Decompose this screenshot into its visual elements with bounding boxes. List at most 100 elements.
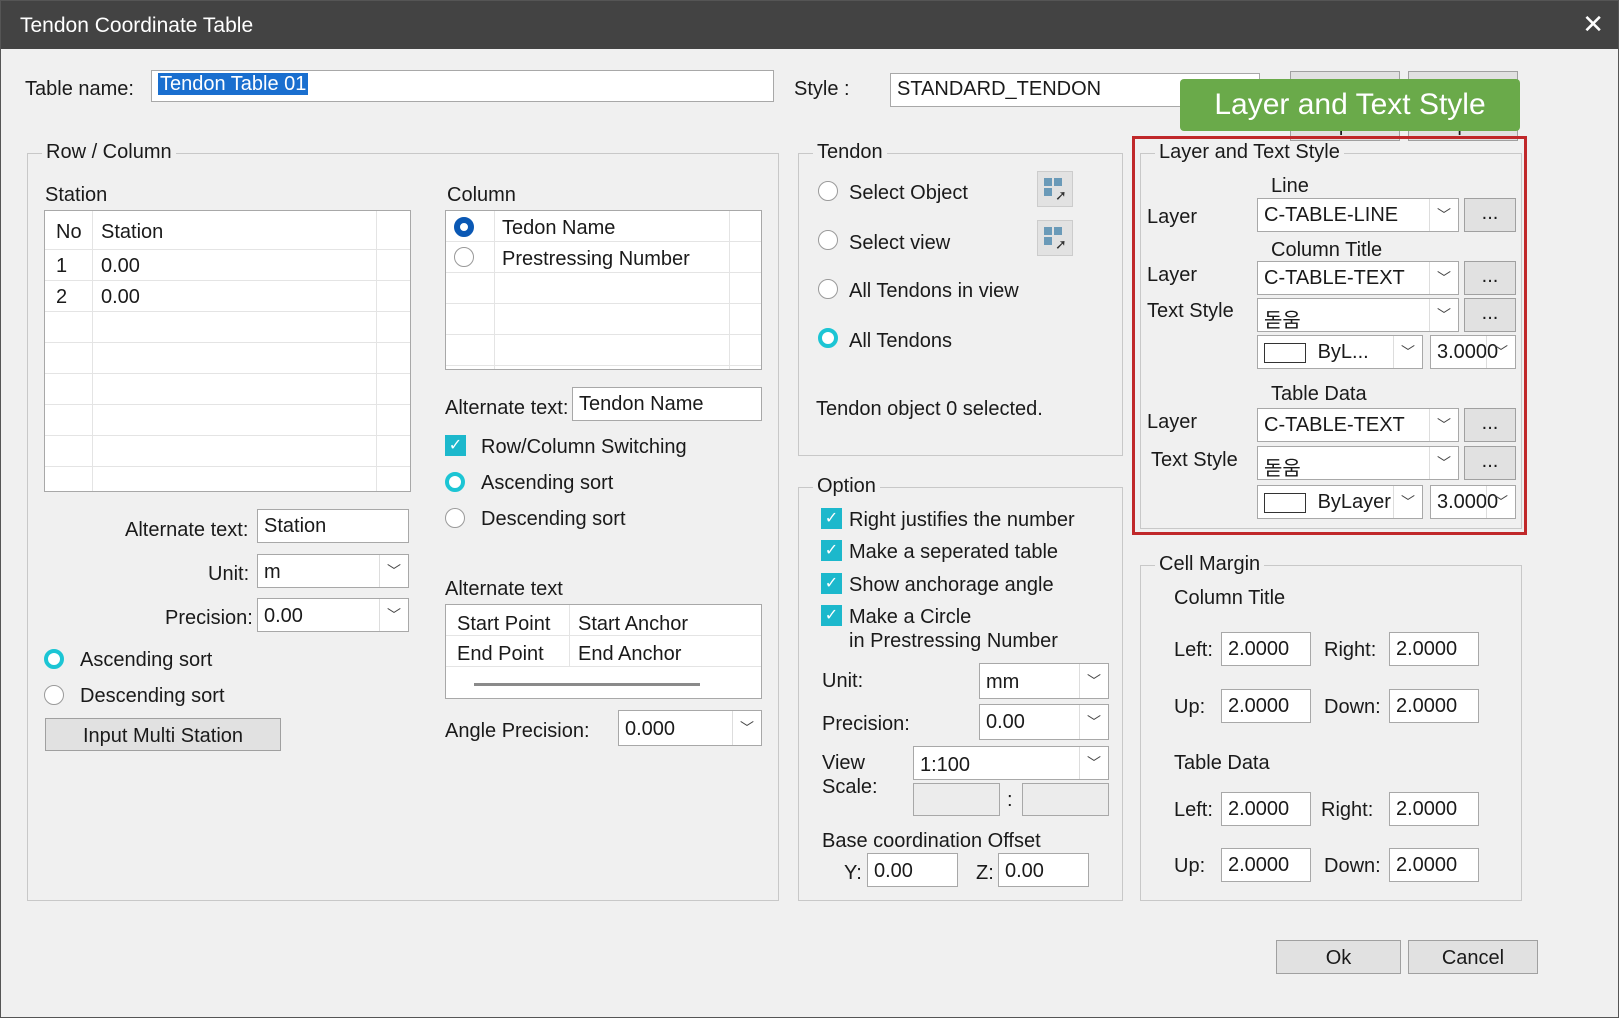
td-height-combo[interactable]: 3.0000 ﹀ xyxy=(1430,485,1516,519)
table-row[interactable]: Start Point Start Anchor xyxy=(446,605,761,636)
offset-z-input[interactable]: 0.00 xyxy=(998,853,1089,887)
pick-object-icon[interactable]: ➚ xyxy=(1037,171,1073,207)
station-table[interactable]: No Station 1 0.00 2 0.00 xyxy=(44,210,411,492)
cm-td-right-value: 2.0000 xyxy=(1396,798,1458,820)
table-row[interactable]: End Point End Anchor xyxy=(446,636,761,667)
station-alt-text-input[interactable]: Station xyxy=(257,509,409,543)
start-anchor-value[interactable]: Start Anchor xyxy=(578,613,688,636)
list-item[interactable]: Prestressing Number xyxy=(446,242,761,273)
view-label: View xyxy=(822,752,865,774)
cm-ct-up-input[interactable]: 2.0000 xyxy=(1221,689,1311,723)
cm-ct-right-label: Right: xyxy=(1324,639,1377,661)
td-color-combo[interactable]: ByLayer ﹀ xyxy=(1257,485,1423,519)
select-object-label: Select Object xyxy=(849,182,968,204)
ct-layer-more-button[interactable]: ... xyxy=(1464,261,1516,295)
offset-y-input[interactable]: 0.00 xyxy=(867,853,958,887)
close-icon[interactable]: ✕ xyxy=(1582,9,1604,40)
end-point-label: End Point xyxy=(457,643,544,665)
select-view-radio[interactable] xyxy=(818,230,838,250)
ct-text-style-label: Text Style xyxy=(1147,300,1234,322)
ct-color-combo[interactable]: ByL... ﹀ xyxy=(1257,335,1423,369)
td-text-style-combo[interactable]: 돋움 ﹀ xyxy=(1257,446,1459,480)
all-tendons-radio[interactable] xyxy=(818,328,838,348)
offset-z-label: Z: xyxy=(976,862,994,884)
prestressing-number-radio[interactable] xyxy=(454,247,474,267)
chevron-down-icon: ﹀ xyxy=(1079,664,1108,698)
cm-ct-left-input[interactable]: 2.0000 xyxy=(1221,632,1311,666)
callout-text: Layer and Text Style xyxy=(1214,88,1486,121)
chevron-down-icon: ﹀ xyxy=(379,599,408,631)
table-row[interactable]: 2 0.00 xyxy=(45,281,410,312)
line-layer-more-button[interactable]: ... xyxy=(1464,198,1516,232)
line-layer-combo[interactable]: C-TABLE-LINE ﹀ xyxy=(1257,198,1459,232)
cm-td-left-input[interactable]: 2.0000 xyxy=(1221,792,1311,826)
station-descending-radio[interactable] xyxy=(44,685,64,705)
horizontal-scrollbar[interactable] xyxy=(474,683,700,686)
chevron-down-icon: ﹀ xyxy=(1486,336,1515,368)
chevron-down-icon: ﹀ xyxy=(1429,199,1458,231)
station-alt-text-value: Station xyxy=(264,515,327,537)
all-tendons-in-view-radio[interactable] xyxy=(818,279,838,299)
column-ascending-label: Ascending sort xyxy=(481,472,614,494)
table-row[interactable]: 1 0.00 xyxy=(45,250,410,281)
chevron-down-icon: ﹀ xyxy=(1393,486,1422,518)
more-label: ... xyxy=(1481,265,1499,287)
column-alt-text-input[interactable]: Tendon Name xyxy=(572,387,762,421)
station-label: Station xyxy=(45,184,108,206)
ok-button[interactable]: Ok xyxy=(1276,940,1401,974)
column-descending-radio[interactable] xyxy=(445,508,465,528)
station-unit-combo[interactable]: m ﹀ xyxy=(257,554,409,588)
table-name-input[interactable]: Tendon Table 01 xyxy=(151,70,774,102)
td-text-style-more-button[interactable]: ... xyxy=(1464,446,1516,480)
offset-z-value: 0.00 xyxy=(1005,860,1044,882)
row-column-switching-checkbox[interactable]: ✓ xyxy=(445,435,466,456)
alt-text-table[interactable]: Start Point Start Anchor End Point End A… xyxy=(445,604,762,699)
cm-ct-down-input[interactable]: 2.0000 xyxy=(1389,689,1479,723)
style-value: STANDARD_TENDON xyxy=(897,78,1102,100)
ct-text-style-more-button[interactable]: ... xyxy=(1464,298,1516,332)
select-object-radio[interactable] xyxy=(818,181,838,201)
td-layer-more-button[interactable]: ... xyxy=(1464,408,1516,442)
station-ascending-radio[interactable] xyxy=(44,649,64,669)
right-justify-checkbox[interactable]: ✓ xyxy=(821,508,842,529)
cm-ct-up-value: 2.0000 xyxy=(1228,695,1290,717)
ct-layer-combo[interactable]: C-TABLE-TEXT ﹀ xyxy=(1257,261,1459,295)
table-name-selected-text: Tendon Table 01 xyxy=(158,73,309,95)
make-circle-checkbox[interactable]: ✓ xyxy=(821,605,842,626)
pick-view-icon[interactable]: ➚ xyxy=(1037,220,1073,256)
column-ascending-radio[interactable] xyxy=(445,472,465,492)
more-label: ... xyxy=(1481,450,1499,472)
scale-separator: : xyxy=(1007,789,1013,811)
option-precision-combo[interactable]: 0.00 ﹀ xyxy=(979,704,1109,740)
column-alt-text-label: Alternate text: xyxy=(445,397,569,419)
cm-td-right-input[interactable]: 2.0000 xyxy=(1389,792,1479,826)
tedon-name-radio[interactable] xyxy=(454,217,474,237)
cm-td-down-input[interactable]: 2.0000 xyxy=(1389,848,1479,882)
cm-ct-left-label: Left: xyxy=(1174,639,1213,661)
cancel-button[interactable]: Cancel xyxy=(1408,940,1538,974)
cm-td-left-value: 2.0000 xyxy=(1228,798,1290,820)
cm-td-up-input[interactable]: 2.0000 xyxy=(1221,848,1311,882)
option-unit-label: Unit: xyxy=(822,670,864,692)
ct-text-style-combo[interactable]: 돋움 ﹀ xyxy=(1257,298,1459,332)
input-multi-station-button[interactable]: Input Multi Station xyxy=(45,718,281,751)
ct-height-combo[interactable]: 3.0000 ﹀ xyxy=(1430,335,1516,369)
header-station: Station xyxy=(101,221,164,243)
anchorage-angle-checkbox[interactable]: ✓ xyxy=(821,573,842,594)
angle-precision-combo[interactable]: 0.000 ﹀ xyxy=(618,710,762,746)
cm-ct-right-input[interactable]: 2.0000 xyxy=(1389,632,1479,666)
view-scale-combo[interactable]: 1:100 ﹀ xyxy=(913,746,1109,780)
all-tendons-label: All Tendons xyxy=(849,330,953,352)
scale-numerator-input[interactable] xyxy=(913,783,1000,816)
station-precision-combo[interactable]: 0.00 ﹀ xyxy=(257,598,409,632)
column-list[interactable]: Tedon Name Prestressing Number xyxy=(445,210,762,370)
cm-ct-right-value: 2.0000 xyxy=(1396,638,1458,660)
separated-table-checkbox[interactable]: ✓ xyxy=(821,540,842,561)
option-unit-combo[interactable]: mm ﹀ xyxy=(979,663,1109,699)
cell-margin-title: Cell Margin xyxy=(1155,553,1265,576)
list-item[interactable]: Tedon Name xyxy=(446,211,761,242)
scale-denominator-input[interactable] xyxy=(1022,783,1109,816)
td-layer-combo[interactable]: C-TABLE-TEXT ﹀ xyxy=(1257,408,1459,442)
end-anchor-value[interactable]: End Anchor xyxy=(578,643,681,666)
table-name-label: Table name: xyxy=(25,78,134,100)
